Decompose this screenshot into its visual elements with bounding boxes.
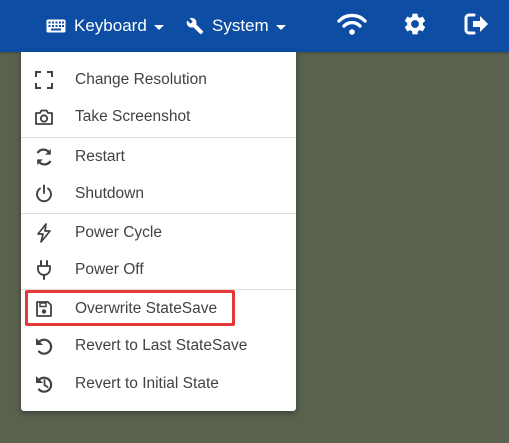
power-icon (33, 183, 55, 205)
settings-button[interactable] (398, 0, 432, 52)
plug-icon (33, 259, 55, 281)
keyboard-menu-button[interactable]: Keyboard (46, 0, 164, 52)
menu-item-power-cycle[interactable]: Power Cycle (21, 214, 296, 251)
logout-button[interactable] (460, 0, 494, 52)
chevron-down-icon (275, 24, 286, 30)
menu-item-label: Revert to Last StateSave (75, 336, 248, 354)
system-menu-label: System (212, 16, 269, 35)
menu-item-label: Shutdown (75, 184, 144, 202)
bolt-icon (33, 222, 55, 244)
menu-item-overwrite-statesave[interactable]: Overwrite StateSave (21, 290, 296, 327)
keyboard-icon (46, 19, 66, 33)
camera-icon (33, 106, 55, 128)
wifi-button[interactable] (334, 0, 370, 52)
menu-item-label: Take Screenshot (75, 107, 191, 125)
system-dropdown-menu: Change Resolution Take Screenshot Restar… (21, 52, 296, 411)
fullscreen-icon (33, 69, 55, 91)
chevron-down-icon (153, 24, 164, 30)
menu-item-label: Overwrite StateSave (75, 299, 218, 317)
menu-item-restart[interactable]: Restart (21, 138, 296, 175)
wrench-icon (186, 17, 204, 35)
menu-item-power-off[interactable]: Power Off (21, 251, 296, 288)
menu-item-revert-initial-state[interactable]: Revert to Initial State (21, 365, 296, 402)
keyboard-menu-label: Keyboard (74, 16, 147, 35)
save-icon (33, 298, 55, 320)
menu-item-label: Change Resolution (75, 70, 207, 88)
menu-item-label: Restart (75, 147, 125, 165)
history-icon (33, 373, 55, 395)
menu-item-shutdown[interactable]: Shutdown (21, 175, 296, 212)
menu-item-label: Power Off (75, 260, 144, 278)
gear-icon (402, 11, 428, 42)
logout-icon (464, 12, 490, 41)
menu-item-revert-last-statesave[interactable]: Revert to Last StateSave (21, 327, 296, 364)
wifi-icon (336, 12, 368, 41)
top-navbar: Keyboard System (0, 0, 509, 52)
menu-item-take-screenshot[interactable]: Take Screenshot (21, 98, 296, 135)
menu-item-label: Revert to Initial State (75, 374, 219, 392)
system-menu-button[interactable]: System (186, 0, 286, 52)
undo-icon (33, 335, 55, 357)
menu-item-change-resolution[interactable]: Change Resolution (21, 61, 296, 98)
menu-item-label: Power Cycle (75, 223, 162, 241)
restart-icon (33, 146, 55, 168)
